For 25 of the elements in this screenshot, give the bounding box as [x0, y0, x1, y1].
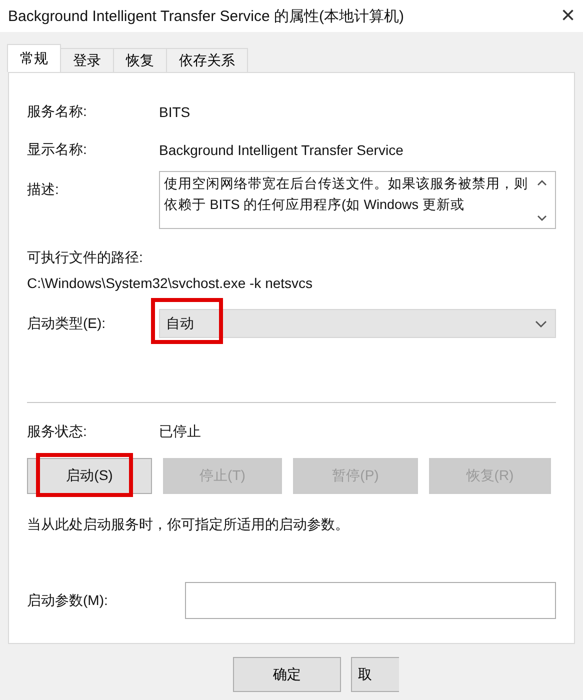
service-status-value: 已停止 — [159, 423, 201, 441]
tab[interactable]: 常规 — [7, 44, 61, 72]
executable-path: C:\Windows\System32\svchost.exe -k netsvcs — [27, 275, 314, 291]
field-label: 显示名称: — [27, 141, 88, 159]
field-label: 服务状态: — [27, 423, 88, 441]
scroll-up-icon[interactable] — [537, 179, 547, 187]
field-label: 启动类型(E): — [27, 314, 107, 332]
dialog-button[interactable]: 取 — [351, 657, 399, 692]
hint-text: 当从此处启动服务时，你可指定所适用的启动参数。 — [27, 516, 350, 534]
startup-type-dropdown[interactable]: 自动 — [159, 309, 556, 338]
tab[interactable]: 依存关系 — [166, 48, 248, 72]
dialog-button[interactable]: 确定 — [233, 657, 341, 692]
window-title: Background Intelligent Transfer Service 的属性(本地计算机) — [8, 6, 404, 26]
field-label: 启动参数(M): — [27, 592, 109, 610]
scroll-down-icon[interactable] — [537, 214, 547, 222]
service-button[interactable]: 启动(S) — [27, 458, 152, 494]
service-name-value: BITS — [159, 104, 190, 120]
field-label: 服务名称: — [27, 103, 88, 121]
close-button[interactable]: × — [552, 2, 583, 30]
description-box[interactable]: 使用空闲网络带宽在后台传送文件。如果该服务被禁用，则依赖于 BITS 的任何应用程序(如 Windows 更新或 — [159, 171, 556, 229]
display-name-value: Background Intelligent Transfer Service — [159, 142, 404, 158]
field-label: 描述: — [27, 181, 60, 199]
start-parameters-field[interactable] — [185, 582, 556, 619]
field-label: 可执行文件的路径: — [27, 249, 144, 267]
chevron-down-icon — [535, 320, 547, 328]
